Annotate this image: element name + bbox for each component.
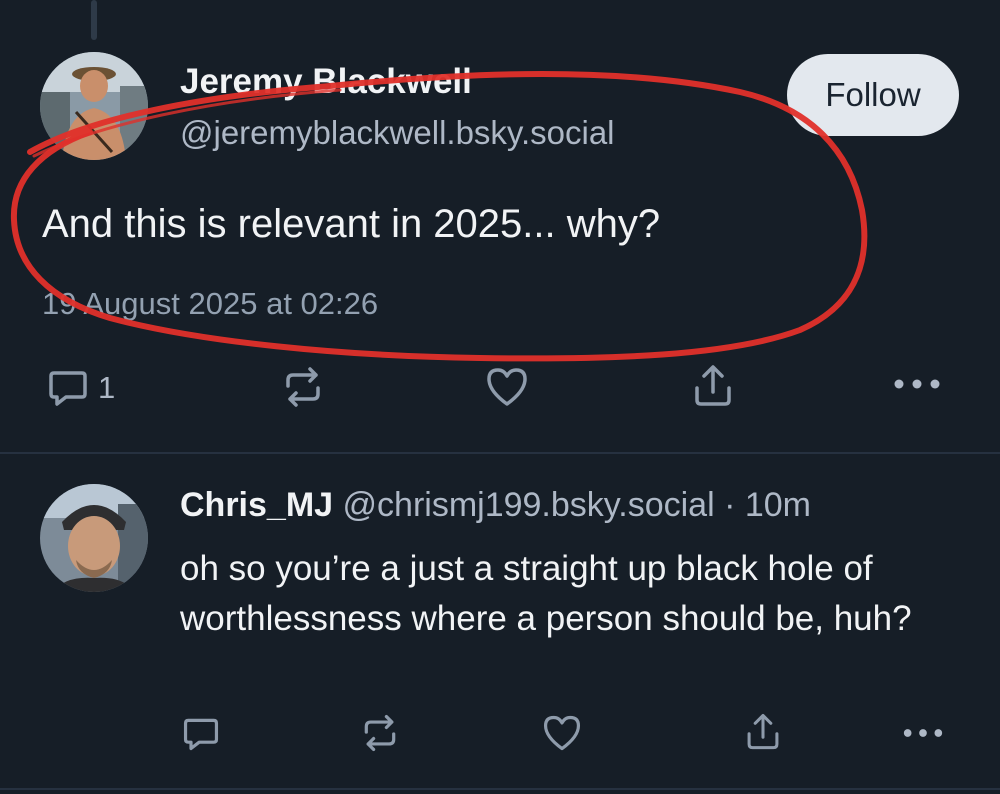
repost-button[interactable] bbox=[280, 364, 326, 410]
share-button[interactable] bbox=[690, 362, 736, 410]
divider bbox=[0, 788, 1000, 790]
reply-icon bbox=[181, 714, 221, 754]
avatar[interactable] bbox=[40, 52, 148, 160]
author-name[interactable]: Jeremy Blackwell bbox=[180, 62, 472, 102]
more-button[interactable] bbox=[900, 724, 946, 742]
separator-dot: · bbox=[724, 486, 736, 524]
share-icon bbox=[690, 362, 736, 410]
share-button[interactable] bbox=[743, 710, 783, 754]
avatar[interactable] bbox=[40, 484, 148, 592]
reply-header: Chris_MJ @chrismj199.bsky.social · 10m bbox=[180, 486, 811, 525]
more-button[interactable] bbox=[890, 374, 944, 394]
author-handle[interactable]: @jeremyblackwell.bsky.social bbox=[180, 114, 615, 152]
more-icon bbox=[900, 724, 946, 742]
reply-author-handle[interactable]: @chrismj199.bsky.social bbox=[343, 486, 715, 524]
reply-icon bbox=[46, 366, 90, 410]
like-button[interactable] bbox=[483, 364, 531, 410]
reply-count: 1 bbox=[98, 370, 116, 405]
like-icon bbox=[483, 364, 531, 410]
repost-icon bbox=[280, 364, 326, 410]
reply-time[interactable]: 10m bbox=[745, 486, 811, 524]
reply-text: oh so you’re a just a straight up black … bbox=[180, 549, 912, 638]
follow-button[interactable]: Follow bbox=[787, 54, 959, 136]
repost-icon bbox=[359, 712, 401, 754]
divider bbox=[0, 452, 1000, 454]
repost-button[interactable] bbox=[359, 712, 401, 754]
share-icon bbox=[743, 710, 783, 754]
thread-line bbox=[91, 0, 97, 40]
like-button[interactable] bbox=[540, 712, 584, 754]
reply-author-name[interactable]: Chris_MJ bbox=[180, 486, 333, 524]
more-icon bbox=[890, 374, 944, 394]
reply-button[interactable]: 1 bbox=[46, 366, 115, 410]
post-timestamp[interactable]: 19 August 2025 at 02:26 bbox=[42, 286, 378, 322]
like-icon bbox=[540, 712, 584, 754]
post-text: And this is relevant in 2025... why? bbox=[42, 202, 661, 246]
reply-button[interactable] bbox=[181, 714, 221, 754]
